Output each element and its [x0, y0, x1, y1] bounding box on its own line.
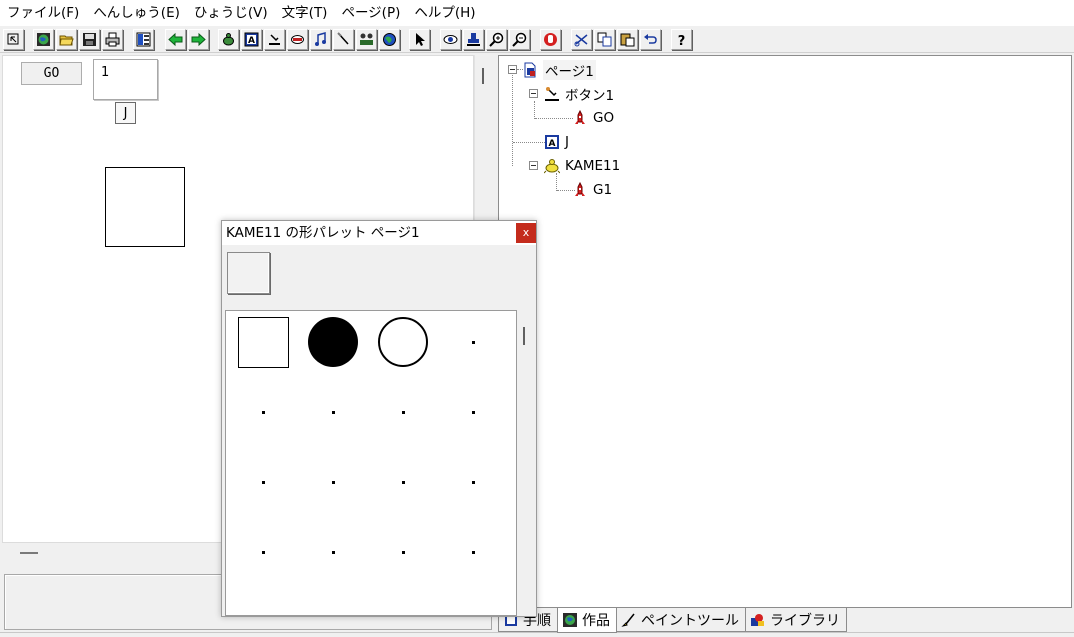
- turtle-icon: [544, 158, 560, 174]
- menu-text[interactable]: 文字(T): [275, 0, 335, 26]
- palette-empty-slot[interactable]: [377, 386, 429, 438]
- eye-icon[interactable]: [440, 29, 461, 50]
- palette-empty-slot[interactable]: [307, 526, 359, 578]
- open-folder-icon[interactable]: [56, 29, 77, 50]
- j-text-object[interactable]: J: [115, 102, 136, 124]
- tab-label: 作品: [582, 613, 610, 629]
- brush-icon[interactable]: [333, 29, 354, 50]
- palette-empty-slot[interactable]: [237, 386, 289, 438]
- palette-close-button[interactable]: x: [516, 223, 536, 243]
- turtle-shape-square[interactable]: [105, 167, 185, 247]
- menu-bar: ファイル(F) へんしゅう(E) ひょうじ(V) 文字(T) ページ(P) ヘル…: [0, 0, 1074, 26]
- svg-text:A: A: [549, 139, 556, 149]
- tab-library[interactable]: ライブラリ: [745, 608, 847, 632]
- button-icon[interactable]: [264, 29, 285, 50]
- palette-empty-slot[interactable]: [237, 456, 289, 508]
- palette-empty-slot[interactable]: [377, 456, 429, 508]
- globe-icon[interactable]: [33, 29, 54, 50]
- forward-arrow-icon[interactable]: [188, 29, 209, 50]
- field-icon[interactable]: [287, 29, 308, 50]
- menu-page[interactable]: ページ(P): [334, 0, 407, 26]
- tree-node-go-script[interactable]: GO: [572, 107, 614, 129]
- music-icon[interactable]: [310, 29, 331, 50]
- tree-node-g1-script[interactable]: G1: [572, 179, 612, 201]
- copy-icon[interactable]: [594, 29, 615, 50]
- globe-icon: [562, 612, 578, 628]
- menu-edit[interactable]: へんしゅう(E): [86, 0, 187, 26]
- undo-icon[interactable]: [640, 29, 661, 50]
- tree-label-turtle: KAME11: [565, 158, 621, 174]
- save-icon[interactable]: [79, 29, 100, 50]
- rocket-icon: [572, 182, 588, 198]
- bottom-tabs: 手順 作品 ペイントツール ライブラリ: [498, 608, 847, 633]
- rocket-icon: [572, 110, 588, 126]
- palette-empty-slot[interactable]: [447, 386, 499, 438]
- zoom-in-icon[interactable]: [486, 29, 507, 50]
- palette-preview[interactable]: [227, 252, 270, 294]
- menu-view[interactable]: ひょうじ(V): [187, 0, 275, 26]
- expander-turtle[interactable]: [529, 161, 538, 170]
- palette-empty-slot[interactable]: [237, 526, 289, 578]
- group-icon[interactable]: [356, 29, 377, 50]
- stamp-icon[interactable]: [463, 29, 484, 50]
- palette-shape-ring[interactable]: [377, 316, 429, 368]
- svg-text:?: ?: [678, 34, 686, 47]
- pointer-icon[interactable]: [3, 29, 24, 50]
- shape-palette-window: KAME11 の形パレット ページ1 x: [221, 220, 537, 617]
- tree-label-text: J: [565, 134, 569, 150]
- expander-page[interactable]: [508, 65, 517, 74]
- back-arrow-icon[interactable]: [165, 29, 186, 50]
- palette-scrollbar[interactable]: [517, 310, 533, 616]
- text-a-icon: A: [544, 134, 560, 150]
- text-field[interactable]: 1: [93, 59, 158, 100]
- go-button[interactable]: GO: [21, 62, 82, 85]
- palette-empty-slot[interactable]: [447, 456, 499, 508]
- brush-icon: [621, 612, 637, 628]
- stop-hand-icon[interactable]: [540, 29, 561, 50]
- tree-label-g1: G1: [593, 182, 613, 198]
- expander-button[interactable]: [529, 89, 538, 98]
- palette-empty-slot[interactable]: [307, 386, 359, 438]
- tab-label: ペイントツール: [641, 612, 739, 629]
- palette-title[interactable]: KAME11 の形パレット ページ1: [222, 221, 536, 245]
- cut-icon[interactable]: [571, 29, 592, 50]
- menu-file[interactable]: ファイル(F): [0, 0, 86, 26]
- world-icon[interactable]: [379, 29, 400, 50]
- select-arrow-icon[interactable]: [409, 29, 430, 50]
- print-icon[interactable]: [102, 29, 123, 50]
- text-a-icon[interactable]: A: [241, 29, 262, 50]
- page-icon: [522, 62, 538, 78]
- menu-help[interactable]: ヘルプ(H): [407, 0, 482, 26]
- tab-paint-tool[interactable]: ペイントツール: [616, 608, 746, 632]
- tree-node-button[interactable]: ボタン1: [544, 83, 614, 105]
- help-icon[interactable]: ?: [671, 29, 692, 50]
- tree-node-page[interactable]: ページ1: [522, 59, 596, 81]
- palette-empty-slot[interactable]: [307, 456, 359, 508]
- button-icon: [544, 86, 560, 102]
- tab-label: ライブラリ: [770, 612, 840, 629]
- toolbar: A ?: [0, 27, 1074, 53]
- tree-node-turtle[interactable]: KAME11: [544, 155, 620, 177]
- tree-label-button: ボタン1: [565, 88, 615, 104]
- tree-node-text[interactable]: A J: [544, 131, 569, 153]
- palette-grid: [225, 310, 517, 616]
- palette-shape-dot[interactable]: [447, 316, 499, 368]
- palette-shape-filled-circle[interactable]: [307, 316, 359, 368]
- paste-icon[interactable]: [617, 29, 638, 50]
- tree-label-go: GO: [593, 110, 615, 126]
- layout-icon[interactable]: [133, 29, 154, 50]
- tab-works[interactable]: 作品: [557, 608, 617, 633]
- palette-empty-slot[interactable]: [377, 526, 429, 578]
- tree-label-page: ページ1: [543, 60, 596, 80]
- zoom-out-icon[interactable]: [509, 29, 530, 50]
- library-icon: [750, 612, 766, 628]
- palette-shape-square[interactable]: [237, 316, 289, 368]
- svg-text:A: A: [248, 36, 255, 46]
- turtle-icon[interactable]: [218, 29, 239, 50]
- object-tree: ページ1 ボタン1 GO A J KAME11 G1: [498, 55, 1072, 608]
- palette-empty-slot[interactable]: [447, 526, 499, 578]
